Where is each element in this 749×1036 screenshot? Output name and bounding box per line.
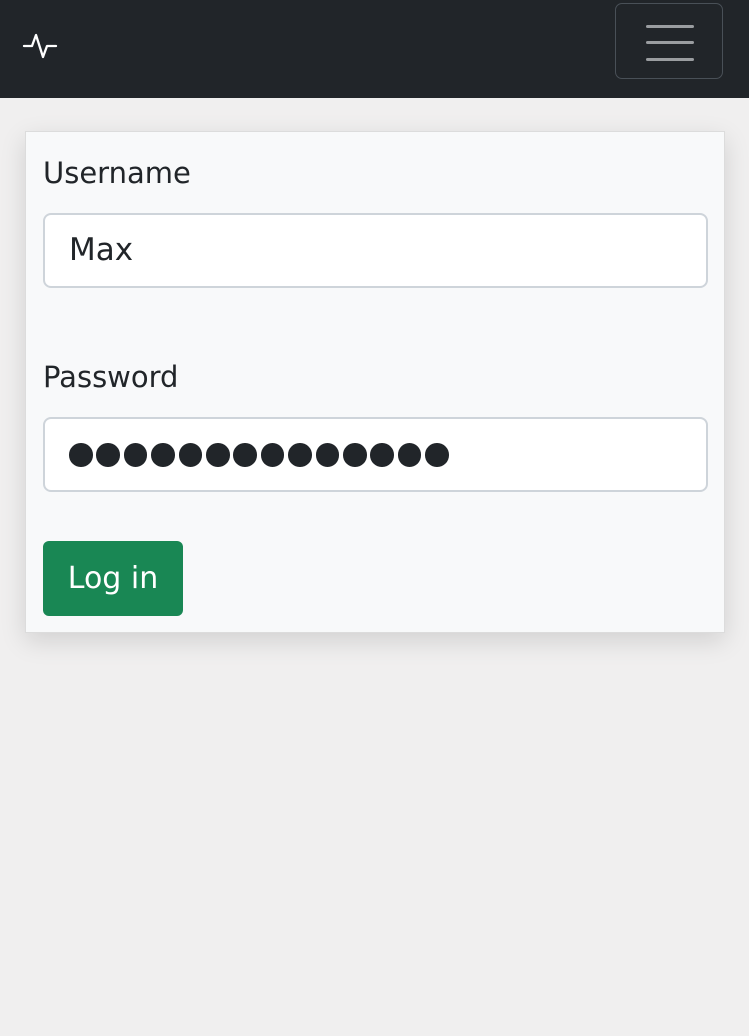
password-dot (342, 443, 367, 467)
navbar-toggle-button[interactable] (615, 3, 723, 79)
navbar (0, 0, 749, 98)
password-dot (123, 443, 148, 467)
password-dot (425, 443, 449, 467)
password-dot (69, 443, 93, 467)
password-dot (151, 443, 175, 467)
username-input[interactable]: Max (43, 213, 708, 288)
password-input[interactable] (43, 417, 708, 492)
activity-pulse-icon[interactable] (22, 30, 58, 62)
login-button[interactable]: Log in (43, 541, 183, 616)
password-mask (69, 443, 452, 467)
password-dot (397, 443, 422, 467)
password-dot (233, 443, 257, 467)
password-dot (260, 443, 285, 467)
password-dot (205, 443, 230, 467)
hamburger-menu-icon (646, 25, 694, 61)
password-dot (370, 443, 394, 467)
password-label: Password (43, 360, 179, 394)
username-label: Username (43, 156, 191, 190)
username-value: Max (69, 232, 134, 268)
password-dot (315, 443, 340, 467)
password-dot (288, 443, 312, 467)
login-card: Username Max Password Log in (25, 131, 725, 633)
password-dot (96, 443, 120, 467)
password-dot (178, 443, 203, 467)
